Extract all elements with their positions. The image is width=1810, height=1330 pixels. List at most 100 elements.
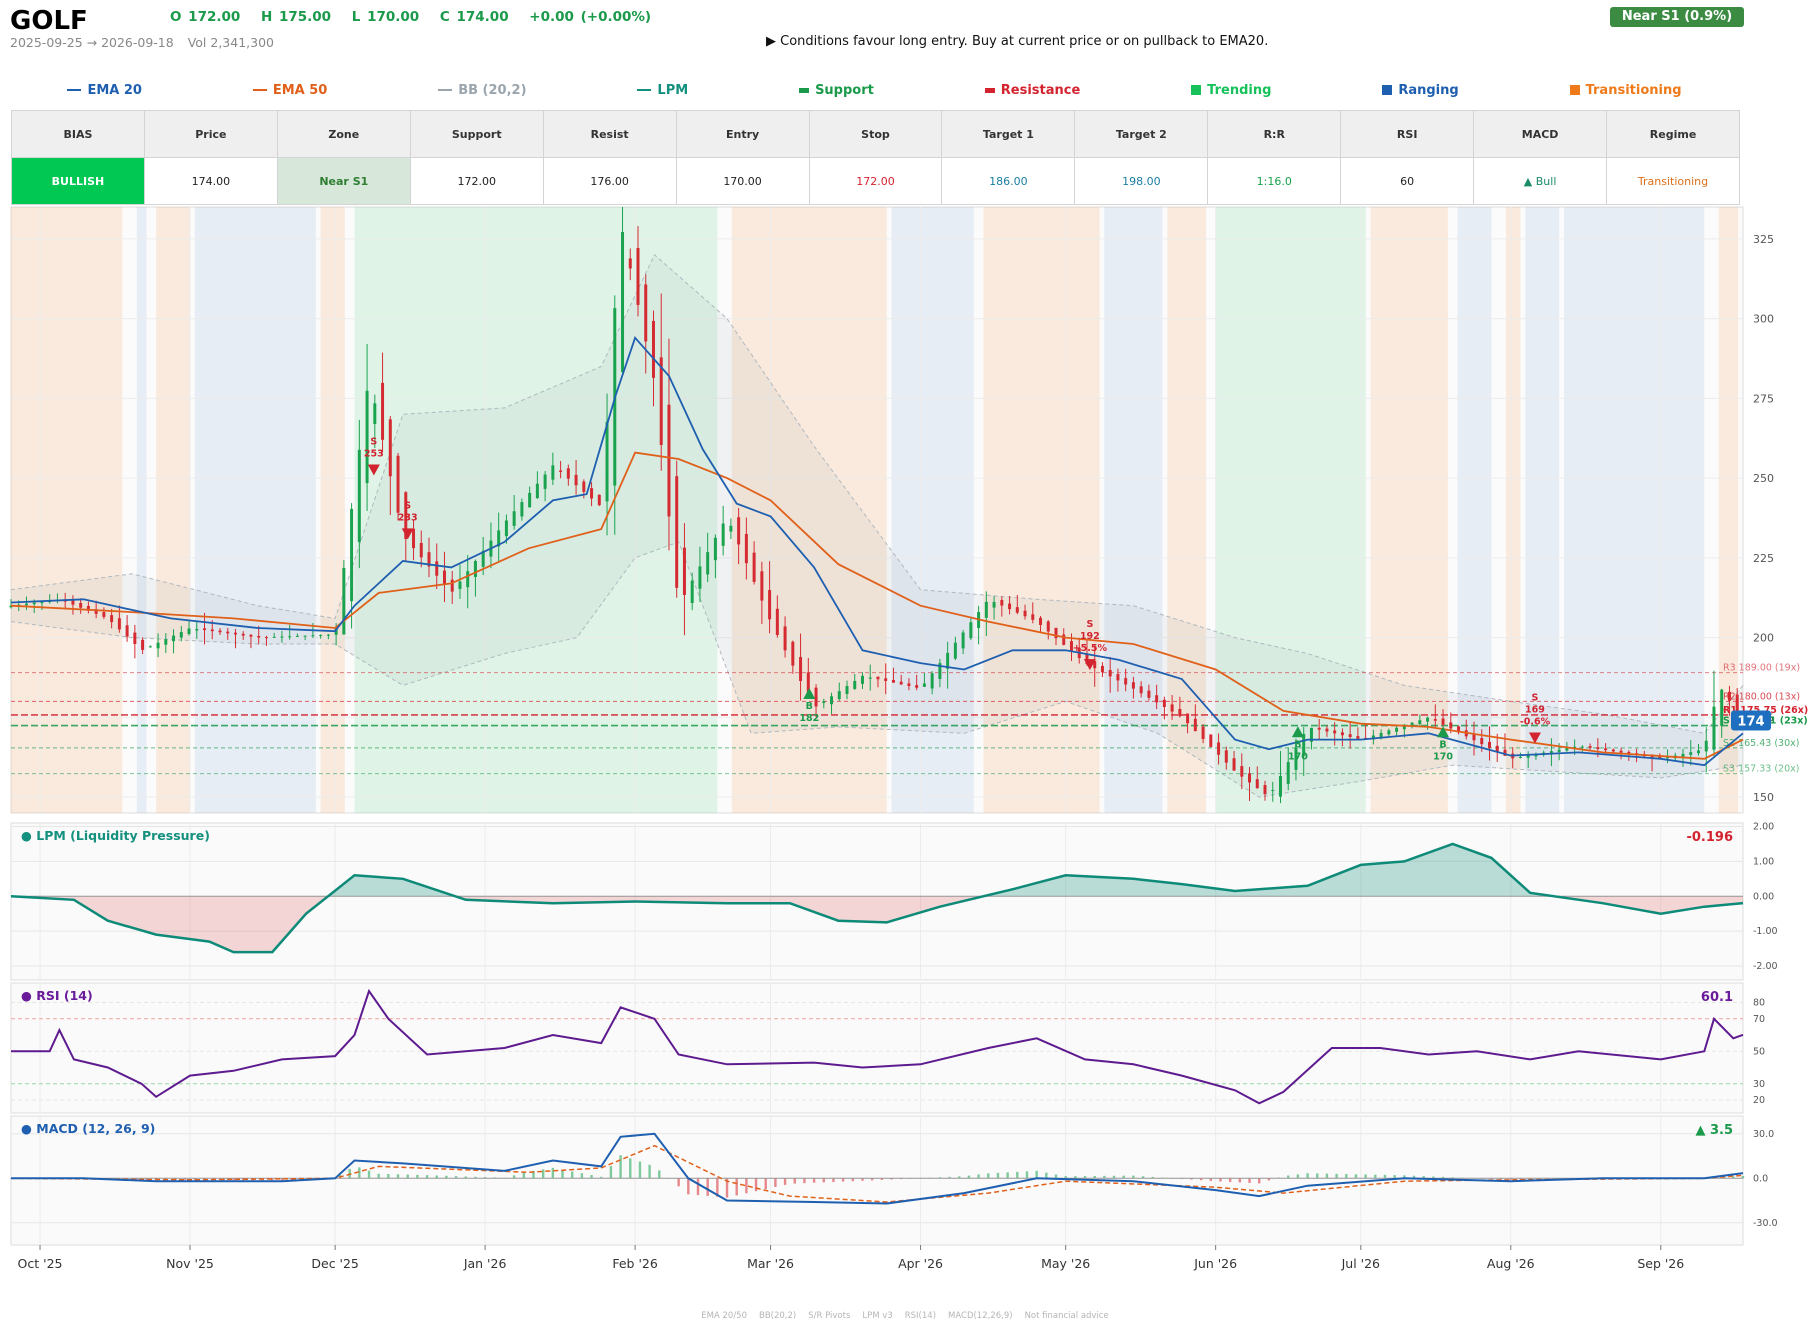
candle-body <box>698 566 702 589</box>
macd-histogram-bar <box>1325 1173 1329 1179</box>
candle-body <box>590 488 594 499</box>
x-tick-label: Aug '26 <box>1487 1256 1535 1271</box>
candle-body <box>713 537 717 561</box>
macd-histogram-bar <box>1054 1174 1058 1179</box>
candle-body <box>1611 749 1615 752</box>
signal-label: B <box>1439 739 1446 750</box>
candle-body <box>288 636 292 638</box>
price-panel: 150175200225250275300325R3 189.00 (19x)R… <box>9 206 1808 814</box>
panel-title: ● RSI (14) <box>21 988 93 1003</box>
candle-body <box>1426 717 1430 722</box>
macd-histogram-bar <box>812 1178 816 1183</box>
candle-body <box>156 642 160 649</box>
macd-histogram-bar <box>1035 1170 1038 1179</box>
candle-body <box>179 632 183 638</box>
candle-body <box>930 673 934 689</box>
x-tick-label: Jun '26 <box>1193 1256 1237 1271</box>
macd-histogram-bar <box>1258 1178 1261 1184</box>
price-tick-label: 225 <box>1753 552 1774 565</box>
candle-body <box>528 492 532 508</box>
macd-histogram-bar <box>687 1178 690 1195</box>
macd-histogram-bar <box>1025 1171 1029 1179</box>
candle-body <box>164 639 168 645</box>
candle-body <box>1023 610 1027 617</box>
candle-body <box>1271 790 1275 792</box>
macd-histogram-bar <box>1306 1173 1309 1179</box>
macd-histogram-bar <box>580 1173 584 1179</box>
candle-body <box>984 601 988 618</box>
candle-body <box>319 634 323 636</box>
candle-body <box>535 483 539 499</box>
footer-item: BB(20,2) <box>759 1311 797 1321</box>
signal-label: S <box>370 437 377 448</box>
x-tick-label: Apr '26 <box>898 1256 943 1271</box>
price-tick-label: 200 <box>1753 632 1774 645</box>
candle-body <box>504 520 508 537</box>
candle-body <box>473 561 477 577</box>
signal-label: -0.6% <box>1520 716 1551 727</box>
footer-notes: EMA 20/50 BB(20,2) S/R Pivots LPM v3 RSI(14)… <box>0 1311 1810 1321</box>
candle-body <box>102 612 106 617</box>
candle-body <box>636 248 640 305</box>
panel-title: ● LPM (Liquidity Pressure) <box>21 828 210 843</box>
candle-body <box>435 561 439 576</box>
tick-label: -30.0 <box>1753 1218 1778 1229</box>
x-tick-label: Feb '26 <box>612 1256 657 1271</box>
candle-body <box>1263 785 1267 795</box>
candle-body <box>241 633 245 636</box>
rsi-panel: 80 70 50 30 20 ● RSI (14) 60.1 <box>10 982 1765 1114</box>
candle-body <box>272 636 276 638</box>
x-tick-label: Dec '25 <box>311 1256 359 1271</box>
macd-histogram-bar <box>774 1178 777 1187</box>
candle-body <box>1186 713 1190 724</box>
candle-body <box>1433 719 1437 721</box>
macd-histogram-bar <box>658 1170 661 1179</box>
regime-band-ranging <box>194 207 316 813</box>
candle-body <box>1046 621 1050 632</box>
candle-body <box>853 680 857 689</box>
candle-body <box>1712 706 1716 750</box>
candle-body <box>210 629 214 632</box>
candle-body <box>295 635 299 637</box>
macd-histogram-bar <box>541 1169 545 1179</box>
macd-histogram-bar <box>358 1167 361 1179</box>
signal-label: 192 <box>1080 631 1100 642</box>
candle-body <box>1480 738 1484 745</box>
candle-body <box>752 552 756 582</box>
candle-body <box>1039 617 1043 625</box>
regime-band-transitioning <box>320 207 345 813</box>
candle-body <box>1100 665 1104 673</box>
candle-body <box>79 602 83 608</box>
candle-body <box>1418 720 1422 725</box>
tick-label: -1.00 <box>1753 926 1778 937</box>
tick-label: 2.00 <box>1753 821 1774 832</box>
footer-item: LPM v3 <box>862 1311 893 1321</box>
candle-body <box>822 701 826 703</box>
candle-body <box>760 571 764 601</box>
macd-histogram-bar <box>1006 1172 1009 1179</box>
macd-histogram-bar <box>1296 1174 1300 1179</box>
signal-label: 253 <box>364 449 384 460</box>
macd-histogram-bar <box>648 1164 651 1179</box>
candle-body <box>1518 756 1522 758</box>
candle-body <box>1395 727 1399 732</box>
candle-body <box>1248 773 1252 783</box>
candle-body <box>799 657 803 681</box>
candle-body <box>249 634 253 637</box>
macd-histogram-bar <box>745 1178 748 1194</box>
macd-histogram-bar <box>638 1161 642 1179</box>
candle-body <box>845 686 849 695</box>
candle-body <box>133 632 137 644</box>
candle-body <box>729 525 733 532</box>
panel-last-value: ▲ 3.5 <box>1695 1123 1733 1138</box>
macd-histogram-bar <box>406 1174 409 1179</box>
tick-label: 70 <box>1753 1014 1765 1025</box>
candle-body <box>1348 734 1352 738</box>
tick-label: 80 <box>1753 998 1765 1009</box>
candle-body <box>876 676 880 680</box>
candle-body <box>1333 730 1337 734</box>
macd-histogram-bar <box>677 1178 680 1187</box>
candle-body <box>396 455 400 513</box>
candle-body <box>543 474 547 489</box>
footer-item: Not financial advice <box>1024 1311 1109 1321</box>
